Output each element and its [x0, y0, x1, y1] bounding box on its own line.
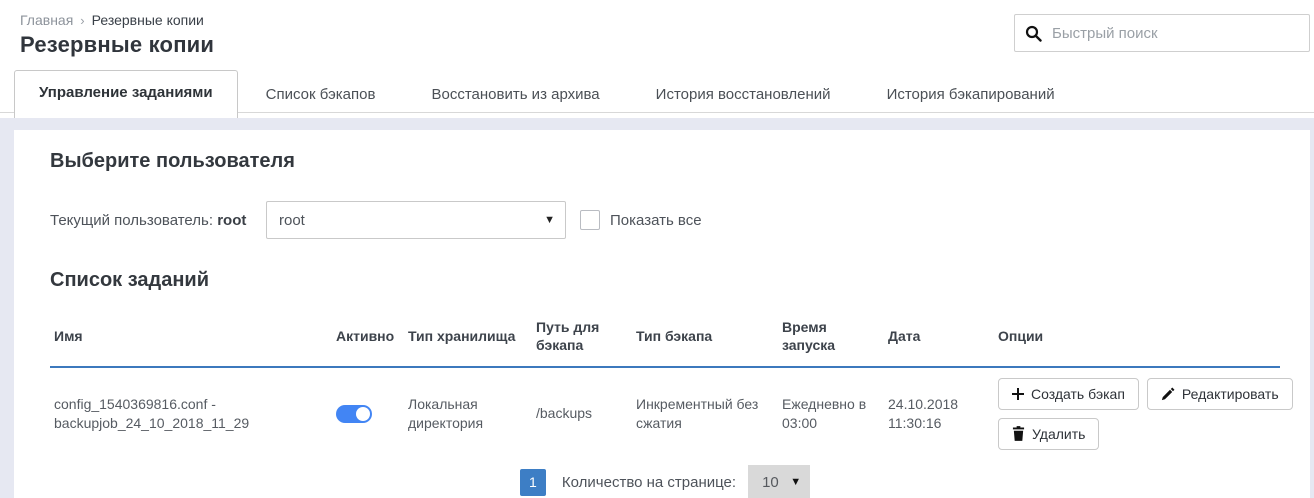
breadcrumb-current: Резервные копии	[92, 12, 204, 28]
column-header-storage-type: Тип хранилища	[404, 314, 532, 367]
tab-restore-from-archive[interactable]: Восстановить из архива	[403, 75, 627, 118]
per-page-select[interactable]: 10 ▼	[748, 465, 810, 498]
breadcrumb-separator: ›	[80, 13, 84, 28]
column-header-backup-path: Путь для бэкапа	[532, 314, 632, 367]
pencil-icon	[1161, 387, 1175, 401]
cell-job-name: config_1540369816.conf - backupjob_24_10…	[50, 367, 332, 459]
table-row: config_1540369816.conf - backupjob_24_10…	[50, 367, 1280, 459]
cell-backup-type: Инкрементный без сжатия	[632, 367, 778, 459]
per-page-value: 10	[762, 474, 779, 491]
column-header-options: Опции	[994, 314, 1280, 367]
cell-date: 24.10.2018 11:30:16	[884, 367, 994, 459]
plus-icon	[1012, 388, 1024, 400]
user-section-title: Выберите пользователя	[50, 150, 1280, 173]
toggle-knob	[356, 407, 370, 421]
breadcrumb-home[interactable]: Главная	[20, 12, 73, 28]
caret-down-icon: ▼	[790, 476, 801, 488]
user-select-value: root	[279, 212, 305, 229]
user-select-row: Текущий пользователь: root root ▼ Показа…	[50, 201, 1280, 239]
column-header-backup-type: Тип бэкапа	[632, 314, 778, 367]
table-header-row: Имя Активно Тип хранилища Путь для бэкап…	[50, 314, 1280, 367]
cell-storage-type: Локальная директория	[404, 367, 532, 459]
edit-button[interactable]: Редактировать	[1147, 378, 1293, 410]
active-toggle[interactable]	[336, 405, 372, 423]
cell-active	[332, 367, 404, 459]
tab-restore-history[interactable]: История восстановлений	[628, 75, 859, 118]
trash-icon	[1012, 426, 1025, 441]
column-header-run-time: Время запуска	[778, 314, 884, 367]
jobs-table: Имя Активно Тип хранилища Путь для бэкап…	[50, 314, 1280, 459]
column-header-name: Имя	[50, 314, 332, 367]
search-input[interactable]	[1052, 25, 1299, 42]
tab-bar: Управление заданиями Список бэкапов Восс…	[0, 70, 1314, 118]
delete-button[interactable]: Удалить	[998, 418, 1099, 450]
user-select[interactable]: root ▼	[266, 201, 566, 239]
create-backup-button[interactable]: Создать бэкап	[998, 378, 1139, 410]
cell-run-time: Ежедневно в 03:00	[778, 367, 884, 459]
top-bar: Главная›Резервные копии Резервные копии	[0, 0, 1314, 70]
jobs-section-title: Список заданий	[50, 269, 1280, 292]
cell-backup-path: /backups	[532, 367, 632, 459]
current-user-value: root	[217, 212, 246, 229]
main-card: Выберите пользователя Текущий пользовате…	[14, 130, 1310, 498]
tab-job-management[interactable]: Управление заданиями	[14, 70, 238, 118]
tab-backup-history[interactable]: История бэкапирований	[859, 75, 1083, 118]
tab-backup-list[interactable]: Список бэкапов	[238, 75, 404, 118]
column-header-date: Дата	[884, 314, 994, 367]
search-box[interactable]	[1014, 14, 1310, 52]
show-all-checkbox[interactable]	[580, 210, 600, 230]
caret-down-icon: ▼	[544, 214, 555, 226]
content-background: Выберите пользователя Текущий пользовате…	[0, 118, 1314, 498]
page-1-button[interactable]: 1	[520, 469, 546, 496]
per-page-label: Количество на странице:	[562, 474, 736, 491]
pagination: 1 Количество на странице: 10 ▼	[50, 465, 1280, 498]
show-all-label: Показать все	[610, 212, 702, 229]
cell-options: Создать бэкап Редактировать Удалить	[994, 367, 1280, 459]
search-icon	[1025, 25, 1042, 42]
current-user-label: Текущий пользователь: root	[50, 212, 266, 229]
column-header-active: Активно	[332, 314, 404, 367]
current-user-label-text: Текущий пользователь:	[50, 212, 213, 229]
